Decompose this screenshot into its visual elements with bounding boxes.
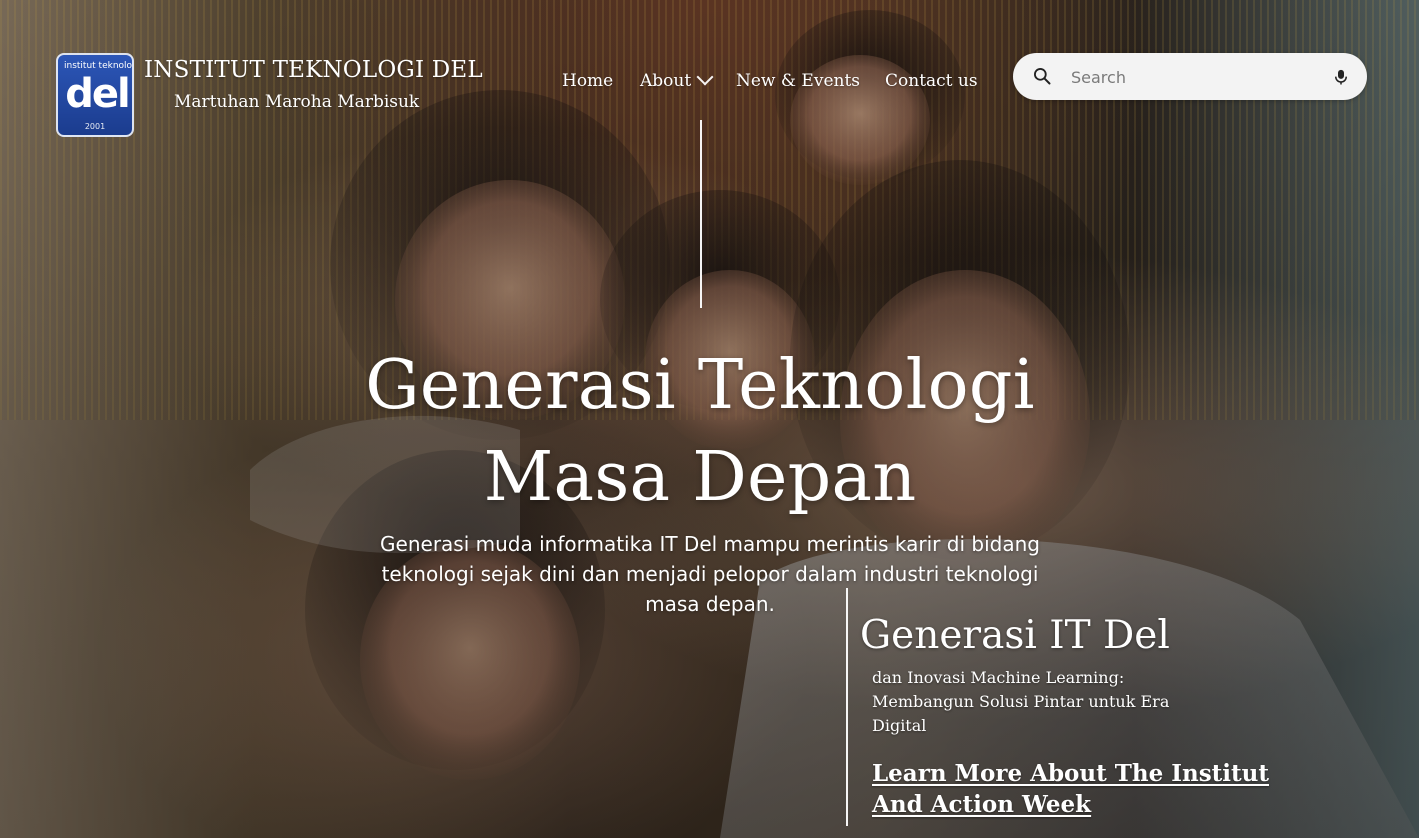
site-subtitle: Martuhan Maroha Marbisuk [174, 92, 420, 112]
feature-link[interactable]: Learn More About The Institut And Action… [872, 758, 1302, 820]
decorative-divider [700, 120, 702, 308]
mic-icon[interactable] [1332, 66, 1350, 88]
search-icon[interactable] [1032, 66, 1052, 86]
hero-section: institut teknologi del 2001 INSTITUT TEK… [0, 0, 1419, 838]
institution-logo[interactable]: institut teknologi del 2001 [56, 53, 134, 137]
hero-heading: Generasi Teknologi Masa Depan [365, 346, 1035, 517]
nav-contact[interactable]: Contact us [885, 70, 978, 92]
search-bar[interactable] [1013, 53, 1367, 100]
nav-home[interactable]: Home [562, 70, 613, 92]
nav-news-events[interactable]: New & Events [736, 70, 860, 92]
nav-about-label: About [640, 71, 692, 91]
search-input[interactable] [1069, 62, 1323, 93]
chevron-down-icon [696, 68, 714, 86]
feature-text: dan Inovasi Machine Learning: Membangun … [872, 668, 1170, 735]
feature-title: Generasi IT Del [860, 613, 1170, 658]
feature-divider [846, 588, 848, 826]
logo-main-text: del [65, 71, 130, 117]
hero-description: Generasi muda informatika IT Del mampu m… [380, 532, 1040, 616]
nav-news-events-label: New & Events [736, 71, 861, 91]
logo-year-text: 2001 [84, 122, 106, 131]
nav-about[interactable]: About [640, 68, 714, 92]
nav-contact-label: Contact us [885, 71, 978, 91]
nav-home-label: Home [562, 71, 614, 91]
site-title: INSTITUT TEKNOLOGI DEL [144, 57, 483, 83]
